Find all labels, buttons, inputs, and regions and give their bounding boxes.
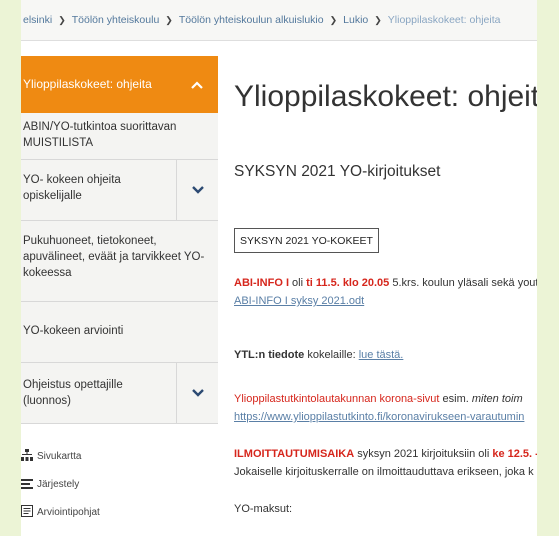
document-icon (21, 505, 37, 520)
yo-maksut-heading: YO-maksut: (234, 503, 293, 515)
ytl-paragraph: YTL:n tiedote kokelaille: lue tästä. (234, 346, 403, 364)
tool-sitemap[interactable]: Sivukartta (21, 449, 81, 464)
korona-label[interactable]: Ylioppilastutkintolautakunnan korona-siv… (234, 393, 439, 405)
tool-jarjestely[interactable]: Järjestely (21, 477, 79, 492)
korona-link[interactable]: https://www.ylioppilastutkinto.fi/korona… (234, 411, 524, 423)
sitemap-icon (21, 449, 37, 464)
tool-label: Järjestely (37, 479, 80, 490)
sidebar-item-label: opiskelijalle (23, 190, 82, 202)
breadcrumb-separator-icon: ❯ (58, 14, 66, 25)
sidebar-item-yo-kokeen-ohjeita[interactable]: YO- kokeen ohjeita opiskelijalle (21, 160, 218, 221)
breadcrumb-separator-icon: ❯ (329, 14, 338, 25)
sidebar-section-header[interactable]: Ylioppilaskokeet: ohjeita (21, 56, 218, 113)
ytl-label: YTL:n tiedote (234, 349, 305, 361)
sidebar-item-muistilista[interactable]: ABIN/YO-tutkintoa suorittavan MUISTILIST… (21, 113, 218, 160)
sidebar-nav: Ylioppilaskokeet: ohjeita ABIN/YO-tutkin… (21, 56, 218, 536)
abi-info-text: 5.krs. koulun yläsali sekä youtu (389, 277, 537, 289)
ilmoittautuminen-paragraph: ILMOITTAUTUMISAIKA syksyn 2021 kirjoituk… (234, 445, 537, 481)
abi-info-link[interactable]: ABI-INFO I syksy 2021.odt (234, 295, 364, 307)
ilmoittautuminen-date: ke 12.5. -n (492, 448, 537, 460)
page-title: Ylioppilaskokeet: ohjeita (234, 80, 537, 113)
breadcrumb-item[interactable]: Lukio (343, 14, 368, 26)
tool-label: Arviointipohjat (37, 507, 100, 518)
korona-italic: miten toim (471, 393, 523, 405)
sidebar-item-arviointi[interactable]: YO-kokeen arviointi (21, 302, 218, 363)
ilmoittautuminen-label: ILMOITTAUTUMISAIKA (234, 448, 355, 460)
abi-info-date: ti 11.5. klo 20.05 (306, 277, 390, 289)
ytl-text: kokelaille: (304, 349, 359, 361)
chevron-down-icon[interactable] (176, 160, 219, 220)
breadcrumb-separator-icon: ❯ (374, 14, 382, 25)
abi-info-paragraph: ABI-INFO I oli ti 11.5. klo 20.05 5.krs.… (234, 274, 537, 310)
sidebar-item-label: Pukuhuoneet, tietokoneet, (23, 235, 157, 247)
boxed-heading: SYKSYN 2021 YO-KOKEET (234, 228, 379, 253)
tool-arviointipohjat[interactable]: Arviointipohjat (21, 505, 100, 520)
sidebar-item-label: apuvälineet, eväät ja tarvikkeet YO- (23, 251, 205, 263)
sidebar-item-ohjeistus-opettajille[interactable]: Ohjeistus opettajille (luonnos) (21, 363, 218, 424)
abi-info-text: oli (289, 277, 307, 289)
sidebar-item-label: ABIN/YO-tutkintoa suorittavan (23, 121, 177, 133)
sidebar-item-label: Ohjeistus opettajille (23, 379, 123, 391)
ilmoittautuminen-text: syksyn 2021 kirjoituksiin oli (354, 448, 493, 460)
sidebar-item-label: kokeessa (23, 267, 72, 279)
breadcrumb-separator-icon: ❯ (165, 14, 173, 25)
korona-paragraph: Ylioppilastutkintolautakunnan korona-siv… (234, 390, 524, 426)
main-content: Ylioppilaskokeet: ohjeita SYKSYN 2021 YO… (218, 40, 537, 536)
breadcrumb-current: Ylioppilaskokeet: ohjeita (387, 14, 501, 26)
sidebar-item-label: YO-kokeen arviointi (23, 325, 124, 337)
sidebar-header-label: Ylioppilaskokeet: ohjeita (23, 77, 152, 91)
section-heading: SYKSYN 2021 YO-kirjoitukset (234, 163, 441, 180)
browser-page: elsinki ❯ Töölön yhteiskoulu ❯ Töölön yh… (21, 0, 537, 536)
sidebar-item-pukuhuoneet[interactable]: Pukuhuoneet, tietokoneet, apuvälineet, e… (21, 221, 218, 302)
abi-info-label: ABI-INFO I (234, 277, 289, 289)
ytl-link[interactable]: lue tästä. (359, 349, 404, 361)
breadcrumb-item[interactable]: Töölön yhteiskoulu (72, 14, 160, 26)
sidebar-item-label: (luonnos) (23, 395, 71, 407)
chevron-up-icon[interactable] (176, 56, 218, 113)
sidebar-item-label: MUISTILISTA (23, 137, 94, 149)
tool-label: Sivukartta (37, 451, 82, 462)
breadcrumb-item[interactable]: Töölön yhteiskoulun alkuislukio (179, 14, 324, 26)
list-order-icon (21, 477, 37, 492)
korona-text: esim. (439, 393, 472, 405)
breadcrumb: elsinki ❯ Töölön yhteiskoulu ❯ Töölön yh… (21, 0, 537, 41)
ilmoittautuminen-text: Jokaiselle kirjoituskerralle on ilmoitta… (234, 466, 534, 478)
breadcrumb-item[interactable]: elsinki (23, 14, 52, 26)
sidebar-item-label: YO- kokeen ohjeita (23, 174, 121, 186)
chevron-down-icon[interactable] (176, 363, 219, 423)
